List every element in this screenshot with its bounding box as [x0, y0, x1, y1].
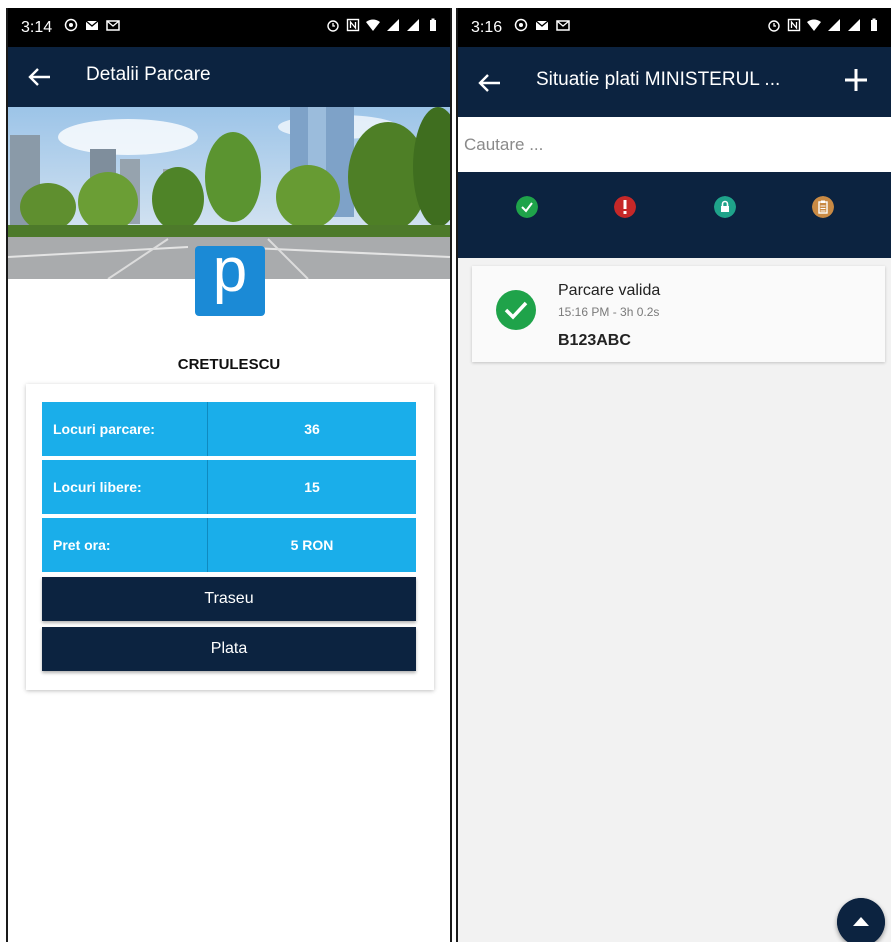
parking-info-card: Locuri parcare: 36 Locuri libere: 15 Pre…: [26, 384, 434, 690]
item-status: Parcare valida: [558, 282, 661, 299]
search-bar: [458, 117, 891, 173]
page-title: Detalii Parcare: [86, 64, 211, 85]
info-value: 15: [304, 479, 320, 495]
nfc-icon: [346, 18, 360, 32]
status-bar: 3:16: [458, 8, 891, 47]
wifi-icon: [366, 19, 380, 31]
status-time: 3:14: [21, 19, 53, 36]
alarm-icon: [327, 20, 339, 32]
info-row-total-spots: Locuri parcare: 36: [42, 402, 416, 456]
status-time: 3:16: [471, 19, 503, 36]
valid-check-icon: [496, 290, 536, 330]
back-arrow-icon[interactable]: [476, 69, 504, 97]
info-label: Locuri libere:: [42, 460, 208, 514]
signal-icon: [848, 19, 860, 31]
gmail-icon: [106, 20, 120, 31]
top-app-bar: Situatie plati MINISTERUL ...: [458, 47, 891, 117]
info-label: Pret ora:: [42, 518, 208, 572]
whatsapp-icon: [514, 18, 528, 32]
gmail-icon: [535, 20, 549, 30]
battery-icon: [871, 18, 877, 31]
gmail-icon: [85, 20, 99, 30]
item-plate: B123ABC: [558, 332, 631, 349]
filter-bar: [458, 172, 891, 258]
info-value: 5 RON: [290, 537, 334, 553]
payment-list: Parcare valida 15:16 PM - 3h 0.2s B123AB…: [458, 258, 891, 942]
status-bar: 3:14: [8, 8, 450, 47]
parking-details-screen: 3:14 Detalii Parcare p CRETULESCU Locuri…: [6, 8, 452, 942]
battery-icon: [430, 18, 436, 31]
parking-name: CRETULESCU: [177, 356, 281, 373]
info-label: Locuri parcare:: [42, 402, 208, 456]
signal-icon: [387, 19, 399, 31]
nfc-icon: [787, 18, 801, 32]
check-filter-icon[interactable]: [516, 196, 538, 218]
item-time: 15:16 PM - 3h 0.2s: [558, 305, 660, 319]
back-arrow-icon[interactable]: [26, 63, 54, 91]
signal-icon: [828, 19, 840, 31]
page-title: Situatie plati MINISTERUL ...: [536, 69, 781, 90]
wifi-icon: [807, 19, 821, 31]
info-row-hourly-price: Pret ora: 5 RON: [42, 518, 416, 572]
route-button[interactable]: Traseu: [42, 577, 416, 621]
search-input[interactable]: [458, 117, 891, 172]
plus-icon[interactable]: [841, 65, 871, 95]
info-value: 36: [304, 421, 320, 437]
pay-button[interactable]: Plata: [42, 627, 416, 671]
lock-filter-icon[interactable]: [714, 196, 736, 218]
parking-logo: p: [195, 240, 265, 316]
clipboard-filter-icon[interactable]: [812, 196, 834, 218]
signal-icon: [407, 19, 419, 31]
list-item[interactable]: Parcare valida 15:16 PM - 3h 0.2s B123AB…: [472, 266, 885, 362]
alarm-icon: [768, 20, 780, 32]
top-app-bar: Detalii Parcare: [8, 47, 450, 107]
gmail-icon: [556, 20, 570, 31]
payment-status-screen: 3:16 Situatie plati MINISTERUL ... Cauta…: [456, 8, 891, 942]
whatsapp-icon: [64, 18, 78, 32]
scroll-up-button[interactable]: [837, 898, 885, 942]
alert-filter-icon[interactable]: [614, 196, 636, 218]
info-row-free-spots: Locuri libere: 15: [42, 460, 416, 514]
